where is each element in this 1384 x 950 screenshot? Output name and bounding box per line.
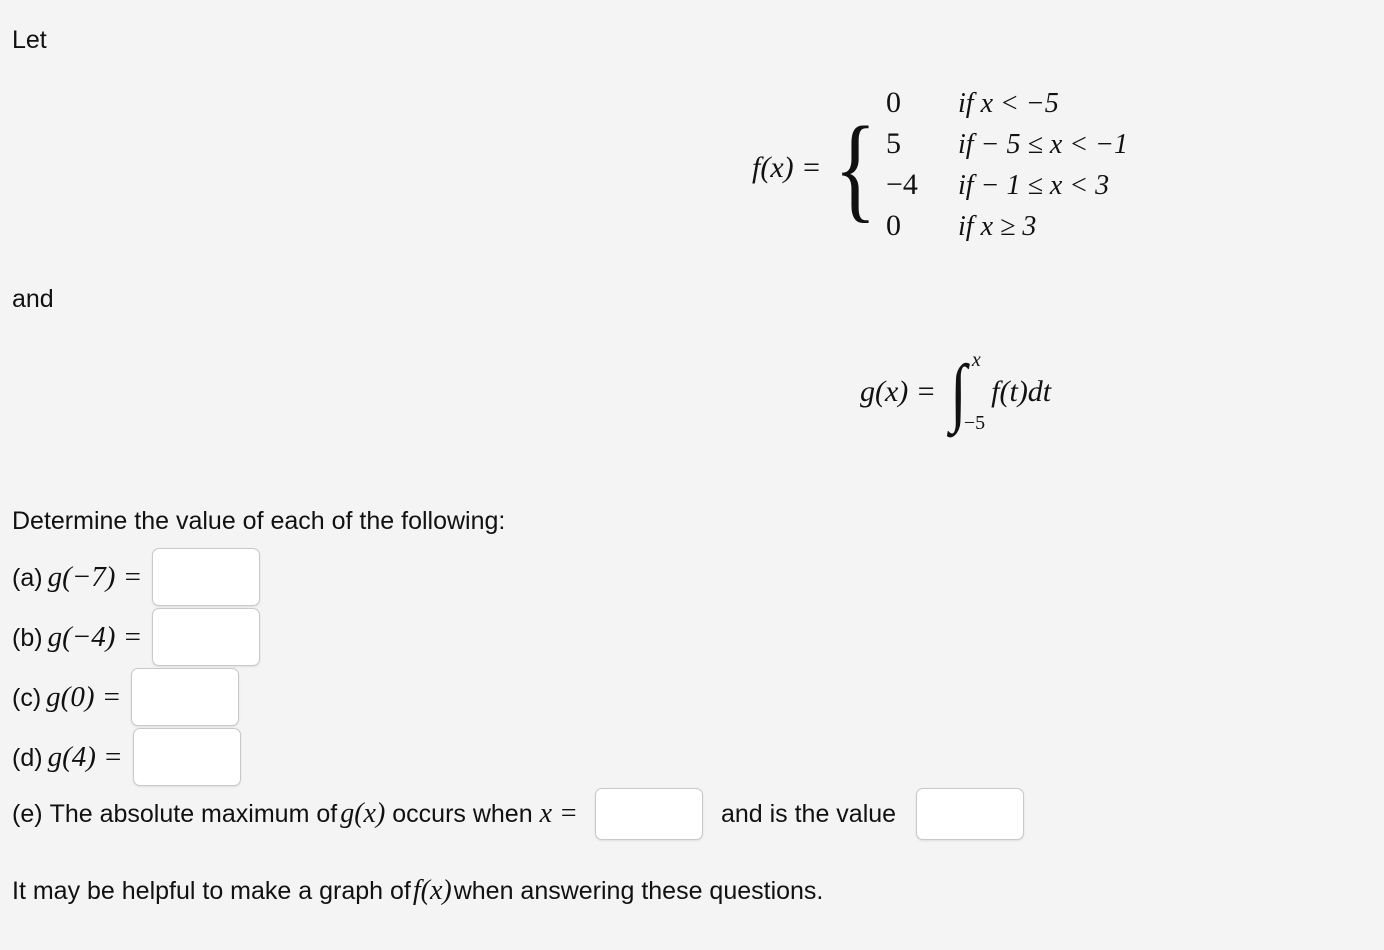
piecewise-value: 0 (886, 86, 902, 119)
question-label-b: (b) g(−4) = (12, 621, 142, 654)
question-tag-d: (d) (12, 743, 43, 772)
hint-function: f(x) (412, 875, 452, 906)
piecewise-row: −4 if − 1 ≤ x < 3 (886, 168, 1128, 209)
question-tag-a: (a) (12, 563, 43, 592)
question-expression-a: g(−7) = (47, 560, 143, 593)
integrand: f(t)dt (991, 375, 1052, 408)
integral-group: ∫ x −5 (948, 349, 985, 434)
question-row-b: (b) g(−4) = (12, 608, 261, 666)
piecewise-lhs-label: f(x) = (752, 151, 822, 184)
piecewise-condition: if − 1 ≤ x < 3 (958, 170, 1110, 201)
part-e-text-before: The absolute maximum of (49, 799, 338, 828)
integral-lower-limit: −5 (963, 412, 986, 434)
question-row-d: (d) g(4) = (12, 728, 241, 786)
question-label-d: (d) g(4) = (12, 741, 123, 774)
integral-definition: g(x) = ∫ x −5 f(t)dt (860, 349, 1052, 434)
piecewise-rows: 0 if x < −5 5 if − 5 ≤ x < −1 −4 if − 1 … (886, 86, 1128, 250)
answer-input-b[interactable] (152, 608, 261, 666)
question-row-c: (c) g(0) = (12, 668, 240, 726)
left-brace: { (834, 101, 877, 233)
answer-input-d[interactable] (132, 728, 241, 786)
question-row-a: (a) g(−7) = (12, 548, 261, 606)
piecewise-function-definition: f(x) = { 0 if x < −5 5 if − 5 ≤ x < −1 −… (752, 86, 1128, 250)
piecewise-condition: if x < −5 (958, 88, 1059, 119)
hint-text-before: It may be helpful to make a graph of (12, 877, 411, 905)
part-e-text-middle: occurs when (392, 799, 533, 828)
part-e-function: g(x) (340, 798, 386, 829)
hint-line: It may be helpful to make a graph off(x)… (12, 874, 823, 908)
question-expression-c: g(0) = (46, 680, 122, 713)
question-label-c: (c) g(0) = (12, 681, 121, 714)
question-expression-b: g(−4) = (47, 620, 143, 653)
and-text: and (12, 285, 54, 313)
question-label-a: (a) g(−7) = (12, 561, 142, 594)
integral-lhs-label: g(x) = (860, 375, 937, 408)
questions-heading: Determine the value of each of the follo… (12, 507, 506, 535)
question-tag-b: (b) (12, 623, 43, 652)
question-expression-d: g(4) = (47, 740, 123, 773)
let-text: Let (12, 26, 47, 54)
answer-input-a[interactable] (152, 548, 261, 606)
piecewise-row: 0 if x < −5 (886, 86, 1128, 127)
piecewise-value: 5 (886, 127, 902, 160)
part-e-text-after: and is the value (720, 799, 897, 828)
piecewise-condition: if x ≥ 3 (958, 211, 1037, 242)
answer-input-e-x[interactable] (594, 788, 703, 840)
answer-input-e-value[interactable] (916, 788, 1025, 840)
piecewise-condition: if − 5 ≤ x < −1 (958, 129, 1129, 160)
piecewise-row: 5 if − 5 ≤ x < −1 (886, 127, 1128, 168)
question-tag-c: (c) (12, 683, 42, 712)
hint-text-after: when answering these questions. (453, 877, 824, 905)
integral-upper-limit: x (971, 349, 981, 371)
integral-limits: x −5 (964, 349, 985, 434)
part-e-variable: x = (539, 798, 578, 829)
piecewise-value: −4 (886, 168, 918, 201)
piecewise-row: 0 if x ≥ 3 (886, 209, 1128, 250)
question-tag-e: (e) (12, 799, 43, 828)
question-row-e: (e) The absolute maximum of g(x) occurs … (12, 788, 1025, 840)
answer-input-c[interactable] (131, 668, 240, 726)
piecewise-value: 0 (886, 209, 902, 242)
